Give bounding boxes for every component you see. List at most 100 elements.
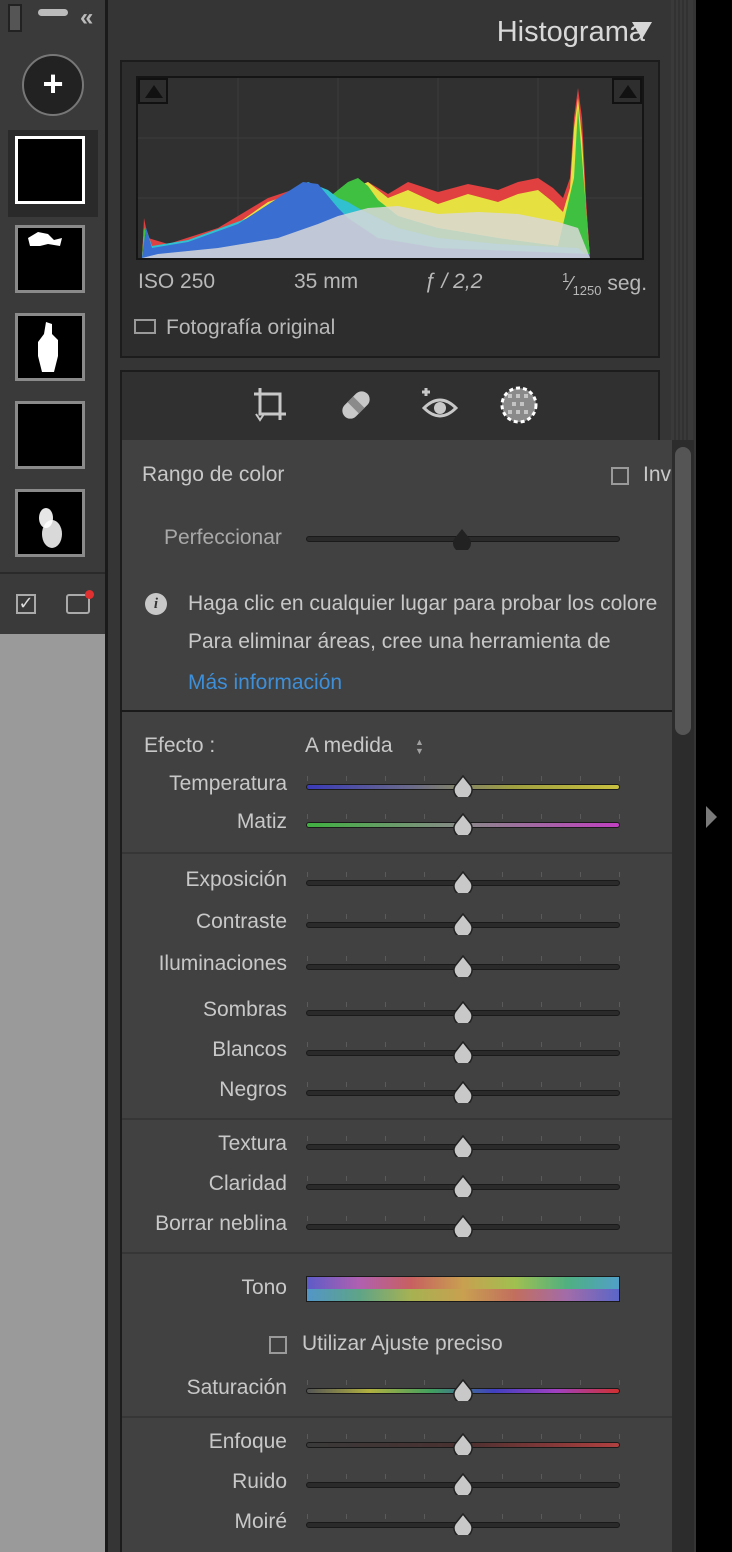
slider-tick bbox=[307, 1434, 308, 1439]
slider-tick bbox=[307, 1136, 308, 1141]
minimize-icon[interactable] bbox=[38, 9, 68, 16]
slider-tick bbox=[385, 1514, 386, 1519]
scrollbar-thumb[interactable] bbox=[675, 447, 691, 735]
slider-handle[interactable] bbox=[452, 955, 474, 977]
slider-handle[interactable] bbox=[452, 1433, 474, 1455]
slider-tick bbox=[580, 776, 581, 781]
iso-value: ISO 250 bbox=[138, 270, 216, 293]
original-photo-checkbox[interactable] bbox=[134, 319, 156, 334]
slider-handle[interactable] bbox=[452, 1135, 474, 1157]
slider-handle[interactable] bbox=[452, 1081, 474, 1103]
histogram-collapse-icon[interactable] bbox=[632, 22, 652, 39]
slider-tick bbox=[424, 1176, 425, 1181]
refine-slider-handle[interactable] bbox=[451, 528, 473, 550]
slider-handle[interactable] bbox=[452, 871, 474, 893]
effect-dropdown[interactable]: A medida ▲ ▼ bbox=[305, 732, 435, 760]
mask-thumbnail[interactable] bbox=[15, 136, 85, 204]
mask-thumbnail[interactable] bbox=[15, 225, 85, 293]
panel-toggle-icon[interactable] bbox=[8, 4, 22, 32]
slider-tick bbox=[346, 1474, 347, 1479]
slider-tick bbox=[346, 1380, 347, 1385]
overlay-color-icon[interactable] bbox=[66, 590, 94, 614]
tone-color-bar[interactable] bbox=[306, 1276, 620, 1302]
slider-tick bbox=[385, 914, 386, 919]
slider-handle[interactable] bbox=[452, 1215, 474, 1237]
slider-tick bbox=[385, 1136, 386, 1141]
shadow-clipping-button[interactable] bbox=[138, 78, 168, 104]
expand-right-panel-icon[interactable] bbox=[706, 806, 717, 828]
slider-tick bbox=[541, 1042, 542, 1047]
slider-tick bbox=[307, 1474, 308, 1479]
crop-icon[interactable] bbox=[250, 384, 290, 426]
slider-tick bbox=[385, 1002, 386, 1007]
slider-tick bbox=[346, 1216, 347, 1221]
slider-label-matiz: Matiz bbox=[236, 810, 287, 833]
slider-handle[interactable] bbox=[452, 1041, 474, 1063]
slider-tick bbox=[502, 956, 503, 961]
invert-checkbox[interactable] bbox=[611, 467, 629, 485]
more-info-link[interactable]: Más información bbox=[188, 671, 342, 695]
shutter-denominator: 1250 bbox=[572, 283, 602, 299]
slider-tick bbox=[346, 1514, 347, 1519]
slider-tick bbox=[580, 1082, 581, 1087]
heal-icon[interactable] bbox=[336, 384, 376, 426]
info-icon: i bbox=[145, 593, 167, 615]
slider-tick bbox=[619, 1434, 620, 1439]
slider-label-tono: Tono bbox=[241, 1276, 287, 1299]
slider-tick bbox=[346, 872, 347, 877]
add-mask-button[interactable]: + bbox=[22, 54, 84, 116]
slider-tick bbox=[619, 914, 620, 919]
aperture-value: ƒ / 2,2 bbox=[424, 270, 483, 293]
slider-tick bbox=[502, 814, 503, 819]
slider-handle[interactable] bbox=[452, 913, 474, 935]
mask-thumbnail[interactable] bbox=[15, 401, 85, 469]
slider-handle[interactable] bbox=[452, 1473, 474, 1495]
slider-tick bbox=[619, 1216, 620, 1221]
slider-tick bbox=[580, 872, 581, 877]
slider-tick bbox=[424, 872, 425, 877]
slider-tick bbox=[619, 1380, 620, 1385]
slider-tick bbox=[541, 914, 542, 919]
slider-tick bbox=[346, 1042, 347, 1047]
slider-handle[interactable] bbox=[452, 1513, 474, 1535]
slider-tick bbox=[385, 776, 386, 781]
slider-tick bbox=[385, 1474, 386, 1479]
slider-label-enfoque: Enfoque bbox=[208, 1430, 287, 1453]
slider-tick bbox=[541, 956, 542, 961]
slider-handle[interactable] bbox=[452, 775, 474, 797]
fine-adjust-checkbox[interactable] bbox=[269, 1336, 287, 1354]
slider-tick bbox=[541, 1136, 542, 1141]
dropdown-arrows-icon: ▲ ▼ bbox=[415, 737, 424, 756]
slider-tick bbox=[424, 956, 425, 961]
masking-icon[interactable] bbox=[498, 384, 538, 426]
slider-tick bbox=[385, 1176, 386, 1181]
section-divider bbox=[122, 1252, 672, 1254]
slider-handle[interactable] bbox=[452, 1379, 474, 1401]
slider-label-temperatura: Temperatura bbox=[169, 772, 287, 795]
slider-tick bbox=[619, 956, 620, 961]
slider-handle[interactable] bbox=[452, 1001, 474, 1023]
slider-tick bbox=[541, 1176, 542, 1181]
slider-label-textura: Textura bbox=[218, 1132, 287, 1155]
slider-tick bbox=[502, 1514, 503, 1519]
slider-tick bbox=[541, 1216, 542, 1221]
histogram-graph[interactable] bbox=[136, 76, 644, 260]
slider-tick bbox=[424, 776, 425, 781]
show-overlay-checkbox[interactable]: ✓ bbox=[16, 594, 36, 614]
redeye-icon[interactable] bbox=[420, 384, 460, 426]
collapse-left-icon[interactable]: « bbox=[80, 4, 93, 32]
mask-thumbnail[interactable] bbox=[15, 313, 85, 381]
highlight-clipping-button[interactable] bbox=[612, 78, 642, 104]
section-divider bbox=[122, 852, 672, 854]
slider-handle[interactable] bbox=[452, 813, 474, 835]
histogram-title[interactable]: Histograma bbox=[497, 16, 645, 49]
top-scrollbar[interactable] bbox=[671, 0, 693, 440]
slider-tick bbox=[541, 776, 542, 781]
original-photo-label: Fotografía original bbox=[166, 316, 336, 339]
slider-label-saturaci-n: Saturación bbox=[186, 1376, 287, 1399]
slider-handle[interactable] bbox=[452, 1175, 474, 1197]
mask-thumbnail[interactable] bbox=[15, 489, 85, 557]
slider-tick bbox=[424, 1216, 425, 1221]
slider-tick bbox=[619, 814, 620, 819]
slider-tick bbox=[346, 914, 347, 919]
